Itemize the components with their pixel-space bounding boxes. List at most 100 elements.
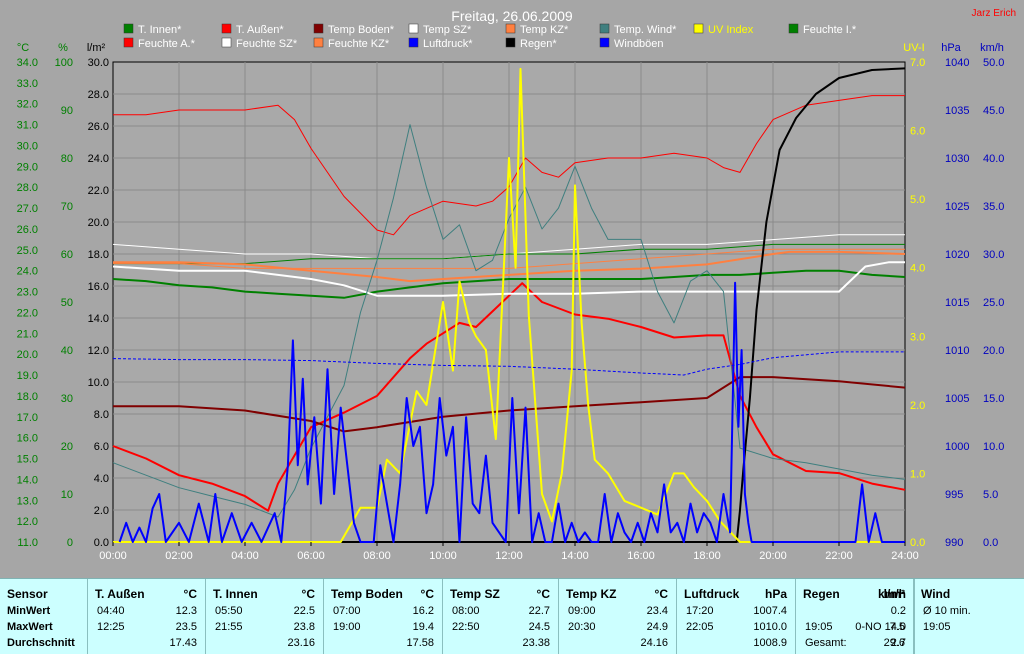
stats-max-time: 22:50 — [452, 621, 480, 633]
stats-avg-value: 1008.9 — [753, 637, 787, 649]
pct-tick-label: 80 — [61, 153, 73, 165]
hpa-tick-label: 1025 — [945, 201, 969, 213]
legend-label: T. Außen* — [236, 24, 284, 36]
stats-max-value: 23.5 — [175, 621, 197, 633]
stats-col-unit: hPa — [764, 587, 787, 601]
kmh-tick-label: 10.0 — [983, 441, 1004, 453]
pct-tick-label: 0 — [67, 537, 73, 549]
uv-tick-label: 2.0 — [910, 400, 925, 412]
stats-table: Sensor MinWert MaxWert Durchschnitt T. Außen… — [0, 578, 1024, 654]
temp-tick-label: 16.0 — [17, 433, 38, 445]
kmh-axis-unit: km/h — [980, 42, 1004, 54]
stats-min-time: 05:50 — [215, 605, 243, 617]
stats-col-unit: °C — [536, 587, 550, 601]
stats-col-name: Temp SZ — [450, 587, 500, 601]
chart-title: Freitag, 26.06.2009 — [451, 8, 573, 24]
stats-max-value: 23.8 — [293, 621, 315, 633]
pct-tick-label: 70 — [61, 201, 73, 213]
temp-tick-label: 21.0 — [17, 328, 38, 340]
legend-swatch — [408, 37, 419, 48]
rain-tick-label: 0.0 — [94, 537, 109, 549]
rain-tick-label: 30.0 — [88, 57, 109, 69]
stats-avg-value: 17.43 — [169, 637, 197, 649]
pct-tick-label: 60 — [61, 249, 73, 261]
uv-tick-label: 0.0 — [910, 537, 925, 549]
stats-column: Wind km/h Ø 10 min. 0.2 19:05 0-NO 14.0 2.7 — [855, 579, 971, 654]
hpa-tick-label: 1000 — [945, 441, 969, 453]
stats-col-unit: °C — [183, 587, 197, 601]
hpa-axis-unit: hPa — [941, 42, 961, 54]
legend-label: Luftdruck* — [423, 38, 473, 50]
kmh-tick-label: 20.0 — [983, 345, 1004, 357]
rain-tick-label: 20.0 — [88, 217, 109, 229]
stats-column: Temp SZ °C 08:00 22.7 22:50 24.5 23.38 — [443, 579, 559, 654]
legend-swatch — [599, 23, 610, 34]
stats-column: Temp KZ °C 09:00 23.4 20:30 24.9 24.16 — [559, 579, 677, 654]
temp-tick-label: 11.0 — [17, 537, 38, 549]
stats-avg-value: 17.58 — [406, 637, 434, 649]
kmh-tick-label: 30.0 — [983, 249, 1004, 261]
stats-min-time: 09:00 — [568, 605, 596, 617]
uv-tick-label: 5.0 — [910, 194, 925, 206]
stats-min-time: 17:20 — [686, 605, 714, 617]
temp-tick-label: 14.0 — [17, 474, 38, 486]
pct-tick-label: 100 — [55, 57, 73, 69]
stats-min-time: 08:00 — [452, 605, 480, 617]
stats-max-value: 0-NO 14.0 — [855, 621, 906, 633]
stats-max-value: 1010.0 — [753, 621, 787, 633]
rain-tick-label: 12.0 — [88, 345, 109, 357]
hpa-tick-label: 995 — [945, 489, 963, 501]
stats-col-name: Temp Boden — [331, 587, 403, 601]
legend-swatch — [221, 37, 232, 48]
legend-label: Feuchte I.* — [803, 24, 857, 36]
stats-col-name: T. Innen — [213, 587, 258, 601]
author-label: Jarz Erich — [972, 8, 1016, 19]
legend-label: Temp SZ* — [423, 24, 472, 36]
stats-min-value: 16.2 — [412, 605, 434, 617]
x-tick-label: 06:00 — [297, 550, 325, 562]
stats-min-label: MinWert — [7, 605, 51, 617]
uv-tick-label: 4.0 — [910, 263, 925, 275]
kmh-tick-label: 50.0 — [983, 57, 1004, 69]
stats-max-time: 19:00 — [333, 621, 361, 633]
kmh-tick-label: 40.0 — [983, 153, 1004, 165]
stats-avg-value: 24.16 — [640, 637, 668, 649]
temp-tick-label: 15.0 — [17, 454, 38, 466]
stats-max-value: 24.9 — [646, 621, 668, 633]
hpa-tick-label: 1035 — [945, 105, 969, 117]
temp-tick-label: 26.0 — [17, 224, 38, 236]
legend-label: Temp. Wind* — [614, 24, 677, 36]
rain-tick-label: 16.0 — [88, 281, 109, 293]
stats-column: Temp Boden °C 07:00 16.2 19:00 19.4 17.58 — [324, 579, 443, 654]
temp-tick-label: 18.0 — [17, 391, 38, 403]
rain-tick-label: 4.0 — [94, 473, 109, 485]
x-tick-label: 20:00 — [759, 550, 787, 562]
rain-tick-label: 28.0 — [88, 89, 109, 101]
stats-col-unit: °C — [301, 587, 315, 601]
stats-min-value: 12.3 — [175, 605, 197, 617]
stats-row-labels: Sensor MinWert MaxWert Durchschnitt — [0, 579, 88, 654]
x-tick-label: 12:00 — [495, 550, 523, 562]
legend-swatch — [788, 23, 799, 34]
rain-tick-label: 14.0 — [88, 313, 109, 325]
temp-tick-label: 33.0 — [17, 78, 38, 90]
weather-chart: Freitag, 26.06.2009 Jarz Erich T. Innen*… — [0, 0, 1024, 578]
legend-label: Feuchte KZ* — [328, 38, 390, 50]
stats-col-unit: °C — [654, 587, 668, 601]
stats-col-unit: km/h — [877, 587, 906, 601]
x-tick-label: 04:00 — [231, 550, 259, 562]
legend-swatch — [599, 37, 610, 48]
stats-col-name: Regen — [803, 587, 840, 601]
rain-axis-unit: l/m² — [87, 42, 106, 54]
hpa-tick-label: 1005 — [945, 393, 969, 405]
stats-max-label: MaxWert — [7, 621, 53, 633]
rain-tick-label: 2.0 — [94, 505, 109, 517]
hpa-tick-label: 1020 — [945, 249, 969, 261]
stats-avg-value: 2.7 — [890, 637, 906, 649]
uv-tick-label: 7.0 — [910, 57, 925, 69]
legend-label: Feuchte A.* — [138, 38, 196, 50]
stats-max-time: 12:25 — [97, 621, 125, 633]
stats-avg-value: 23.16 — [287, 637, 315, 649]
temp-axis-unit: °C — [17, 42, 29, 54]
hpa-tick-label: 1040 — [945, 57, 969, 69]
